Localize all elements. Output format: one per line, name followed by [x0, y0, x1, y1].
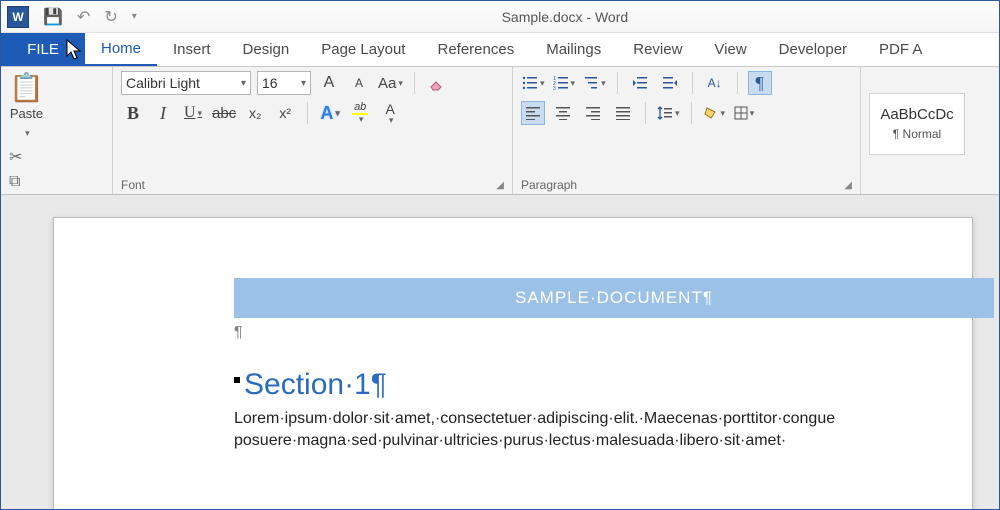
text-effects-button[interactable]: A: [318, 101, 342, 125]
justify-button[interactable]: [611, 101, 635, 125]
window-title: Sample.docx - Word: [137, 9, 993, 25]
align-left-button[interactable]: [521, 101, 545, 125]
grow-font-button[interactable]: A: [317, 71, 341, 95]
align-center-button[interactable]: [551, 101, 575, 125]
style-sample-text: AaBbCcDc: [880, 106, 953, 123]
paste-dropdown-icon: [23, 123, 30, 141]
mouse-cursor-icon: [65, 39, 83, 66]
align-right-button[interactable]: [581, 101, 605, 125]
svg-text:3: 3: [553, 86, 556, 90]
separator: [691, 102, 692, 124]
strikethrough-button[interactable]: abc: [211, 101, 237, 125]
body-paragraph[interactable]: Lorem·ipsum·dolor·sit·amet,·consectetuer…: [234, 402, 994, 428]
quick-access-toolbar: 💾 ↶ ↻ ▾: [43, 7, 137, 27]
app-window: W 💾 ↶ ↻ ▾ Sample.docx - Word FILE Home I…: [0, 0, 1000, 510]
font-name-value: Calibri Light: [126, 75, 200, 91]
font-size-input[interactable]: 16▾: [257, 71, 311, 95]
clear-formatting-button[interactable]: [425, 71, 449, 95]
heading-section-1[interactable]: Section·1¶: [234, 348, 972, 402]
separator: [645, 102, 646, 124]
document-banner[interactable]: SAMPLE·DOCUMENT¶: [234, 278, 994, 318]
increase-indent-button[interactable]: [658, 71, 682, 95]
tab-mailings[interactable]: Mailings: [530, 33, 617, 66]
paragraph-launcher-icon[interactable]: ◢: [844, 180, 852, 191]
tab-view[interactable]: View: [698, 33, 762, 66]
superscript-button[interactable]: x²: [273, 101, 297, 125]
tab-insert[interactable]: Insert: [157, 33, 227, 66]
document-area[interactable]: SAMPLE·DOCUMENT¶ ¶ Section·1¶ Lorem·ipsu…: [1, 195, 999, 509]
multilevel-list-button[interactable]: [582, 71, 607, 95]
underline-button[interactable]: U: [181, 101, 205, 125]
font-group-label: Font: [121, 178, 145, 192]
sort-button[interactable]: A↓: [703, 71, 727, 95]
font-size-value: 16: [262, 75, 278, 91]
paragraph-mark[interactable]: ¶: [234, 318, 972, 348]
tab-pdf[interactable]: PDF A: [863, 33, 938, 66]
bullets-button[interactable]: [521, 71, 546, 95]
shrink-font-button[interactable]: A: [347, 71, 371, 95]
font-color-button[interactable]: A: [378, 101, 402, 125]
group-styles: AaBbCcDc ¶ Normal: [861, 67, 991, 194]
tab-file[interactable]: FILE: [1, 33, 85, 66]
ribbon: 📋 Paste ✂ ⧉ 🖌 Clipboard ◢ Calibri Light▾: [1, 67, 999, 195]
style-name-label: ¶ Normal: [893, 127, 941, 141]
font-launcher-icon[interactable]: ◢: [496, 180, 504, 191]
clipboard-icon: 📋: [9, 71, 44, 104]
tab-references[interactable]: References: [421, 33, 530, 66]
word-app-icon: W: [7, 6, 29, 28]
collapse-heading-icon[interactable]: [234, 377, 240, 383]
ribbon-tabs: FILE Home Insert Design Page Layout Refe…: [1, 33, 999, 67]
tab-file-label: FILE: [27, 41, 59, 58]
separator: [307, 102, 308, 124]
redo-icon[interactable]: ↻: [104, 7, 117, 27]
cut-icon[interactable]: ✂: [9, 147, 29, 167]
font-name-input[interactable]: Calibri Light▾: [121, 71, 251, 95]
separator: [414, 72, 415, 94]
undo-icon[interactable]: ↶: [77, 7, 90, 27]
paragraph-group-label: Paragraph: [521, 178, 577, 192]
shading-button[interactable]: [702, 101, 727, 125]
show-hide-marks-button[interactable]: ¶: [748, 71, 772, 95]
copy-icon[interactable]: ⧉: [9, 173, 29, 191]
numbering-button[interactable]: 123: [552, 71, 577, 95]
paste-button[interactable]: 📋 Paste: [9, 71, 44, 141]
tab-review[interactable]: Review: [617, 33, 698, 66]
group-clipboard: 📋 Paste ✂ ⧉ 🖌 Clipboard ◢: [1, 67, 113, 194]
change-case-button[interactable]: Aa: [377, 71, 404, 95]
subscript-button[interactable]: x₂: [243, 101, 267, 125]
borders-button[interactable]: [732, 101, 756, 125]
highlight-button[interactable]: ab: [348, 101, 372, 125]
separator: [737, 72, 738, 94]
save-icon[interactable]: 💾: [43, 7, 63, 27]
tab-home[interactable]: Home: [85, 33, 157, 66]
body-paragraph[interactable]: posuere·magna·sed·pulvinar·ultricies·pur…: [234, 428, 994, 450]
paste-label: Paste: [10, 106, 43, 121]
separator: [617, 72, 618, 94]
group-font: Calibri Light▾ 16▾ A A Aa B I U abc x₂: [113, 67, 513, 194]
title-bar: W 💾 ↶ ↻ ▾ Sample.docx - Word: [1, 1, 999, 33]
italic-button[interactable]: I: [151, 101, 175, 125]
page[interactable]: SAMPLE·DOCUMENT¶ ¶ Section·1¶ Lorem·ipsu…: [53, 217, 973, 509]
tab-page-layout[interactable]: Page Layout: [305, 33, 421, 66]
separator: [692, 72, 693, 94]
tab-design[interactable]: Design: [227, 33, 306, 66]
line-spacing-button[interactable]: [656, 101, 681, 125]
style-normal[interactable]: AaBbCcDc ¶ Normal: [869, 93, 965, 155]
tab-developer[interactable]: Developer: [763, 33, 863, 66]
decrease-indent-button[interactable]: [628, 71, 652, 95]
bold-button[interactable]: B: [121, 101, 145, 125]
group-paragraph: 123 A↓ ¶: [513, 67, 861, 194]
